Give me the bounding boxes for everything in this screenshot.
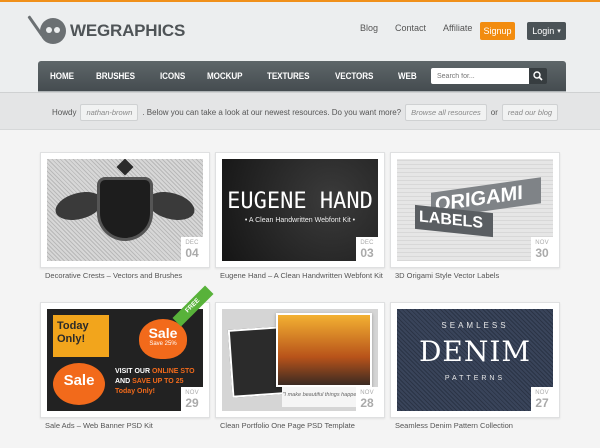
or-text: or <box>490 108 498 117</box>
date-badge: DEC 03 <box>356 237 378 261</box>
username-badge: nathan-brown <box>80 104 139 121</box>
nav-item-icons[interactable]: ICONS <box>160 71 185 82</box>
search-input[interactable] <box>431 68 529 84</box>
login-label: Login <box>532 26 555 36</box>
site-logo[interactable]: WEGRAPHICS <box>27 15 186 44</box>
search-button[interactable] <box>529 68 547 84</box>
welcome-bar: Howdy nathan-brown . Below you can take … <box>0 92 600 130</box>
search-icon <box>533 71 543 81</box>
howdy-prefix: Howdy <box>52 108 77 117</box>
portfolio-template-image: "I make beautiful things happen" <box>222 309 378 411</box>
card-thumbnail[interactable]: SEAMLESS DENIM PATTERNS NOV 27 <box>390 302 560 418</box>
origami-labels-image: ORIGAMI LABELS <box>397 159 553 261</box>
chevron-down-icon: ▾ <box>557 28 561 35</box>
card-thumbnail[interactable]: EUGENE HAND • A Clean Handwritten Webfon… <box>215 152 385 268</box>
date-badge: NOV 28 <box>356 387 378 411</box>
eugene-hand-image: EUGENE HAND • A Clean Handwritten Webfon… <box>222 159 378 261</box>
nav-item-mockup[interactable]: MOCKUP <box>207 71 242 82</box>
nav-item-textures[interactable]: TEXTURES <box>267 71 309 82</box>
card-title[interactable]: 3D Origami Style Vector Labels <box>395 270 565 282</box>
date-badge: NOV 30 <box>531 237 553 261</box>
toplink-affiliate[interactable]: Affiliate <box>443 23 472 33</box>
card-title[interactable]: Sale Ads – Web Banner PSD Kit <box>45 420 215 432</box>
card-thumbnail[interactable]: ORIGAMI LABELS NOV 30 <box>390 152 560 268</box>
card-thumbnail[interactable]: DEC 04 <box>40 152 210 268</box>
login-button[interactable]: Login ▾ <box>527 22 566 40</box>
date-badge: NOV 27 <box>531 387 553 411</box>
denim-pattern-image: SEAMLESS DENIM PATTERNS <box>397 309 553 411</box>
site-header: WEGRAPHICS Blog Contact Affiliate Signup… <box>0 2 600 94</box>
date-badge: NOV 29 <box>181 387 203 411</box>
toplink-blog[interactable]: Blog <box>360 23 378 33</box>
crests-image <box>47 159 203 261</box>
signup-button[interactable]: Signup <box>480 22 515 40</box>
nav-item-brushes[interactable]: BRUSHES <box>96 71 135 82</box>
card-title[interactable]: Eugene Hand – A Clean Handwritten Webfon… <box>220 270 390 282</box>
top-links: Blog Contact Affiliate <box>360 23 489 33</box>
browse-all-link[interactable]: Browse all resources <box>405 104 487 121</box>
card-thumbnail[interactable]: "I make beautiful things happen" NOV 28 <box>215 302 385 418</box>
read-blog-link[interactable]: read our blog <box>501 104 559 121</box>
brand-name: WEGRAPHICS <box>70 21 186 40</box>
card-title[interactable]: Decorative Crests – Vectors and Brushes <box>45 270 215 282</box>
nav-item-home[interactable]: HOME <box>50 71 74 82</box>
card-title[interactable]: Seamless Denim Pattern Collection <box>395 420 565 432</box>
toplink-contact[interactable]: Contact <box>395 23 426 33</box>
nav-item-vectors[interactable]: VECTORS <box>335 71 373 82</box>
date-badge: DEC 04 <box>181 237 203 261</box>
howdy-message: . Below you can take a look at our newes… <box>142 108 402 117</box>
card-title[interactable]: Clean Portfolio One Page PSD Template <box>220 420 390 432</box>
skull-logo-icon <box>27 15 66 44</box>
nav-item-web[interactable]: WEB <box>398 71 417 82</box>
main-nav: HOME BRUSHES ICONS MOCKUP TEXTURES VECTO… <box>38 61 566 91</box>
